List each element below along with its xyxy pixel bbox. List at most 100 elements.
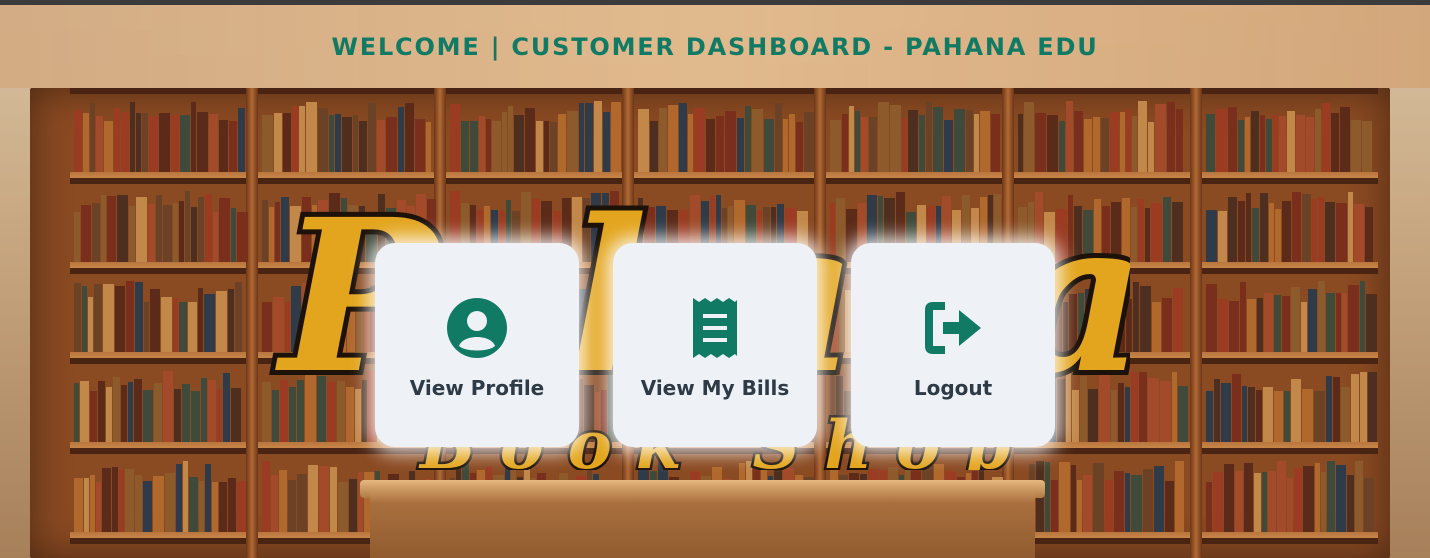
book-spine bbox=[142, 113, 148, 172]
book-spine bbox=[1176, 109, 1183, 172]
book-spine bbox=[191, 207, 197, 262]
book-spine bbox=[199, 481, 204, 532]
book-spine bbox=[1133, 282, 1139, 352]
book-spine bbox=[1336, 203, 1347, 262]
book-spine bbox=[1291, 379, 1301, 442]
book-spine bbox=[238, 108, 245, 172]
book-spine bbox=[1364, 478, 1374, 532]
book-spine bbox=[121, 385, 127, 442]
book-spine bbox=[1172, 372, 1177, 442]
book-spine bbox=[1302, 389, 1313, 442]
book-spine bbox=[1131, 372, 1138, 442]
book-spine bbox=[1131, 207, 1137, 262]
view-profile-card[interactable]: View Profile bbox=[375, 243, 579, 447]
book-spine bbox=[80, 381, 89, 442]
book-spine bbox=[74, 478, 83, 532]
book-spine bbox=[1274, 391, 1283, 442]
book-spine bbox=[1333, 377, 1340, 442]
book-spine bbox=[1254, 473, 1261, 532]
book-spine bbox=[208, 380, 216, 442]
book-spine bbox=[288, 480, 296, 532]
book-spine bbox=[219, 120, 228, 172]
book-spine bbox=[153, 476, 164, 532]
book-spine bbox=[1175, 461, 1184, 532]
book-spine bbox=[1125, 473, 1130, 532]
book-spine bbox=[81, 205, 91, 262]
book-spine bbox=[173, 298, 178, 352]
book-spine bbox=[1274, 295, 1281, 352]
book-spine bbox=[231, 208, 236, 262]
book-spine bbox=[113, 377, 120, 442]
book-spine bbox=[319, 466, 329, 532]
book-spine bbox=[297, 474, 307, 532]
book-spine bbox=[191, 391, 200, 442]
book-spine bbox=[106, 387, 112, 442]
book-spine bbox=[163, 205, 172, 262]
book-spine bbox=[1355, 461, 1363, 532]
book-spine bbox=[1206, 482, 1212, 532]
book-spine bbox=[101, 195, 106, 262]
book-spine bbox=[1238, 201, 1245, 262]
book-spine bbox=[1251, 111, 1259, 172]
book-spine bbox=[1296, 115, 1305, 172]
view-bills-card[interactable]: View My Bills bbox=[613, 243, 817, 447]
book-spine bbox=[223, 373, 230, 442]
book-spine bbox=[1269, 203, 1274, 262]
book-spine bbox=[237, 481, 246, 532]
book-spine bbox=[154, 383, 162, 442]
book-spine bbox=[171, 115, 179, 172]
logout-card[interactable]: Logout bbox=[851, 243, 1055, 447]
book-spine bbox=[1178, 386, 1188, 442]
book-spine bbox=[262, 461, 270, 532]
book-spine bbox=[74, 383, 79, 442]
book-spine bbox=[149, 116, 158, 172]
book-spine bbox=[143, 390, 153, 442]
book-spine bbox=[1263, 387, 1273, 442]
book-spine bbox=[1051, 480, 1058, 532]
book-spine bbox=[1292, 192, 1301, 262]
book-spine bbox=[117, 195, 128, 262]
book-spine bbox=[216, 291, 227, 352]
book-spine bbox=[182, 384, 190, 442]
book-spine bbox=[1360, 372, 1367, 442]
book-spine bbox=[1148, 122, 1154, 172]
book-spine bbox=[1206, 114, 1215, 172]
book-spine bbox=[191, 102, 196, 172]
book-spine bbox=[330, 467, 337, 532]
book-spine bbox=[1257, 298, 1263, 352]
book-spine bbox=[1155, 104, 1166, 172]
dashboard-cards: View Profile View My Bills Logout bbox=[375, 243, 1055, 447]
book-spine bbox=[159, 113, 170, 172]
book-spine bbox=[150, 289, 160, 352]
book-spine bbox=[1287, 478, 1293, 532]
book-spine bbox=[1318, 281, 1325, 352]
book-spine bbox=[1240, 282, 1246, 352]
book-spine bbox=[1229, 301, 1239, 352]
book-spine bbox=[92, 203, 100, 262]
logout-icon bbox=[925, 302, 981, 354]
book-spine bbox=[121, 112, 129, 172]
book-spine bbox=[135, 475, 142, 532]
book-spine bbox=[119, 470, 124, 532]
book-spine bbox=[107, 196, 116, 262]
book-spine bbox=[74, 212, 80, 262]
book-spine bbox=[1321, 472, 1326, 532]
book-spine bbox=[1284, 391, 1290, 442]
book-spine bbox=[201, 378, 207, 442]
book-spine bbox=[1132, 116, 1137, 172]
book-spine bbox=[1347, 475, 1354, 532]
book-spine bbox=[229, 121, 237, 172]
book-spine bbox=[83, 113, 89, 172]
book-spine bbox=[1139, 372, 1147, 442]
book-spine bbox=[1238, 120, 1244, 172]
book-spine bbox=[1266, 119, 1272, 172]
book-spine bbox=[1093, 463, 1104, 532]
book-spine bbox=[198, 288, 203, 352]
book-spine bbox=[1336, 293, 1341, 352]
book-spine bbox=[96, 116, 103, 172]
book-spine bbox=[165, 473, 175, 532]
book-spine bbox=[129, 206, 135, 262]
book-spine bbox=[1354, 204, 1364, 262]
book-spine bbox=[228, 289, 234, 352]
book-spine bbox=[189, 477, 198, 532]
